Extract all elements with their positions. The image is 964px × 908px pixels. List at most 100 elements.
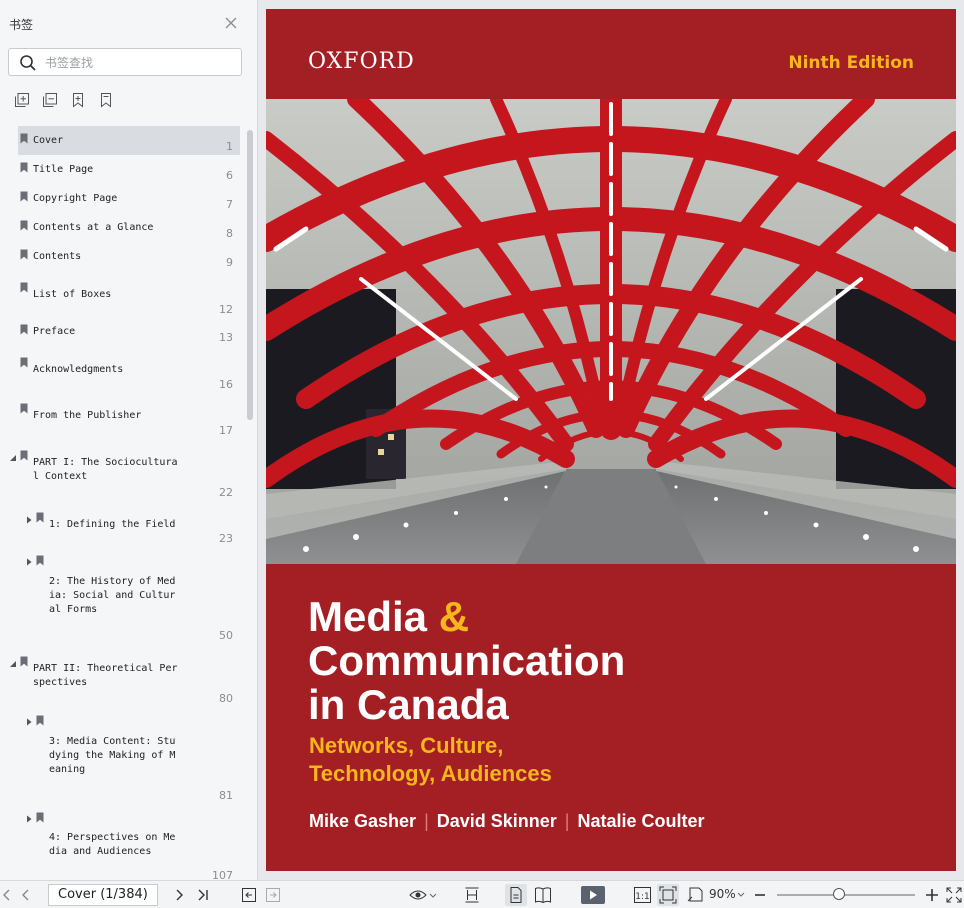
single-page-button[interactable] — [505, 884, 527, 906]
slideshow-play-icon[interactable] — [581, 886, 605, 904]
first-page-icon[interactable] — [2, 886, 12, 904]
next-page-icon[interactable] — [172, 886, 186, 904]
bookmark-label: List of Boxes — [33, 289, 112, 300]
bookmark-page: 22 — [219, 486, 233, 499]
bookmark-icon[interactable] — [98, 92, 114, 108]
expand-triangle-icon[interactable] — [25, 516, 33, 524]
bookmark-page: 17 — [219, 424, 233, 437]
expand-all-icon[interactable] — [14, 92, 30, 108]
cover-photo-bridge — [266, 99, 956, 564]
bookmark-icon — [20, 357, 28, 368]
bookmark-label: Acknowledgments — [33, 364, 124, 375]
bookmark-icon — [20, 403, 28, 414]
page-number-input[interactable]: Cover (1/384) — [48, 884, 158, 906]
bookmark-page: 16 — [219, 378, 233, 391]
bookmark-label: 1: Defining the Field — [49, 519, 176, 530]
bookmark-page: 12 — [219, 303, 233, 316]
cover-subtitle-line1: Networks, Culture, — [309, 733, 504, 758]
bookmark-search-box[interactable] — [8, 48, 242, 76]
zoom-slider-knob[interactable] — [833, 888, 845, 900]
add-bookmark-icon[interactable] — [70, 92, 86, 108]
cover-title-line3: in Canada — [308, 681, 509, 728]
bookmark-label: Title Page — [33, 164, 94, 175]
cover-authors: Mike Gasher | David Skinner | Natalie Coulte… — [309, 811, 705, 832]
two-page-icon[interactable] — [534, 886, 552, 904]
bookmark-icon — [20, 162, 28, 173]
bookmark-label: Contents at a Glance — [33, 222, 154, 233]
zoom-in-icon[interactable] — [925, 886, 939, 904]
collapse-triangle-icon[interactable] — [9, 660, 17, 668]
bookmark-label: Preface — [33, 326, 76, 337]
cover-title-line1: Media & — [308, 595, 469, 639]
bookmark-icon — [20, 249, 28, 260]
expand-triangle-icon[interactable] — [25, 718, 33, 726]
zoom-percentage[interactable]: 90% — [709, 887, 736, 901]
last-page-icon[interactable] — [196, 886, 210, 904]
bottom-toolbar: Cover (1/384) 1:1 90% — [0, 880, 964, 908]
bookmark-label: 2: The History of Med ia: Social and Cul… — [49, 576, 176, 615]
title-word-media: Media — [308, 593, 428, 640]
document-page: OXFORD Ninth Edition Media & Communicati… — [266, 9, 956, 871]
bookmark-page: 9 — [226, 256, 233, 269]
bookmark-page: 7 — [226, 198, 233, 211]
edition-label: Ninth Edition — [788, 53, 914, 73]
author-2: David Skinner — [436, 811, 557, 831]
go-back-icon[interactable] — [241, 886, 257, 904]
bookmark-list: Cover 1 Title Page 6 Copyright Page 7 Co… — [0, 122, 245, 880]
bookmark-label: PART I: The Sociocultura l Context — [33, 457, 178, 482]
bookmark-label: Copyright Page — [33, 193, 118, 204]
close-icon[interactable] — [222, 14, 240, 32]
bookmark-icon — [20, 324, 28, 335]
bookmark-label: Cover — [33, 135, 64, 146]
fullscreen-icon[interactable] — [946, 886, 962, 904]
bookmark-icon — [20, 450, 28, 461]
sidebar-scrollbar[interactable] — [247, 130, 253, 420]
bookmark-label: From the Publisher — [33, 410, 142, 421]
bookmark-label: Contents — [33, 251, 82, 262]
author-1: Mike Gasher — [309, 811, 417, 831]
zoom-slider-track[interactable] — [777, 894, 915, 896]
zoom-mode-icon[interactable] — [687, 886, 705, 904]
bookmark-page: 6 — [226, 169, 233, 182]
bookmark-page: 8 — [226, 227, 233, 240]
collapse-triangle-icon[interactable] — [9, 454, 17, 462]
bookmark-icon — [20, 220, 28, 231]
cover-subtitle-line2: Technology, Audiences — [309, 761, 552, 786]
bookmark-page: 81 — [219, 789, 233, 802]
bookmark-search-input[interactable] — [43, 52, 237, 74]
fit-page-icon — [659, 886, 677, 904]
expand-triangle-icon[interactable] — [25, 558, 33, 566]
bookmark-icon — [36, 512, 44, 523]
bookmark-icon — [36, 555, 44, 566]
go-forward-icon[interactable] — [265, 886, 281, 904]
zoom-dropdown-icon[interactable] — [737, 886, 745, 904]
bookmark-page: 23 — [219, 532, 233, 545]
bookmark-icon — [36, 812, 44, 823]
bookmark-page: 80 — [219, 692, 233, 705]
bookmark-sidebar: 书签 C — [0, 0, 258, 880]
title-ampersand: & — [438, 593, 470, 640]
bookmark-icon — [20, 656, 28, 667]
author-3: Natalie Coulter — [577, 811, 705, 831]
fit-width-icon[interactable] — [464, 886, 480, 904]
sidebar-title: 书签 — [9, 18, 34, 32]
publisher-logo: OXFORD — [308, 49, 415, 74]
bookmark-page: 107 — [212, 869, 233, 880]
author-separator: | — [564, 811, 570, 831]
search-icon — [20, 55, 36, 71]
bookmark-page: 50 — [219, 629, 233, 642]
single-page-icon — [510, 887, 522, 903]
bookmark-icon — [20, 191, 28, 202]
read-mode-icon[interactable] — [408, 886, 436, 904]
actual-size-icon[interactable]: 1:1 — [634, 886, 651, 904]
svg-text:1:1: 1:1 — [635, 892, 649, 902]
bookmark-label: PART II: Theoretical Per spectives — [33, 663, 178, 688]
previous-page-icon[interactable] — [20, 886, 32, 904]
bookmark-page: 1 — [226, 140, 233, 153]
expand-triangle-icon[interactable] — [25, 815, 33, 823]
bookmark-icon — [20, 133, 28, 144]
fit-page-button[interactable] — [657, 884, 679, 906]
bookmark-label: 4: Perspectives on Me dia and Audiences — [49, 832, 176, 857]
zoom-out-icon[interactable] — [754, 886, 766, 904]
collapse-all-icon[interactable] — [42, 92, 58, 108]
